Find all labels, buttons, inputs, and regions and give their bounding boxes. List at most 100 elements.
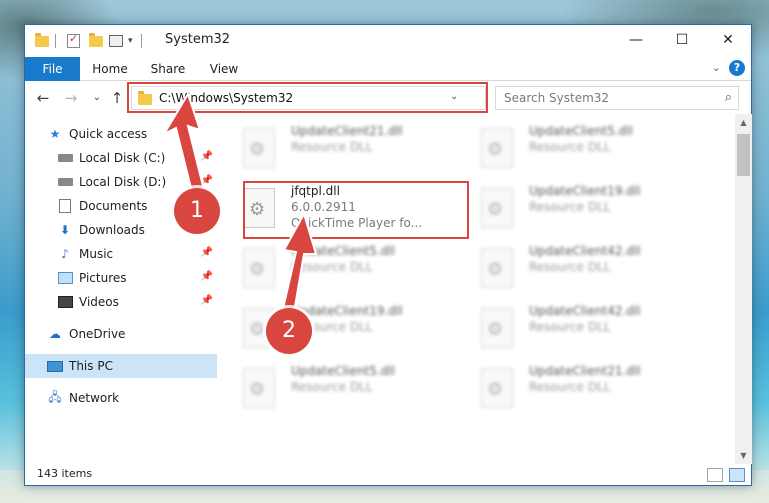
sidebar-item-music[interactable]: ♪ Music 📌 <box>25 242 217 266</box>
sidebar-item-pictures[interactable]: Pictures 📌 <box>25 266 217 290</box>
vertical-scrollbar[interactable]: ▲ ▼ <box>735 114 752 464</box>
search-box[interactable]: ⌕ <box>495 86 739 110</box>
file-name: jfqtpl.dll <box>291 184 340 198</box>
item-count: 143 items <box>37 467 93 480</box>
toolbar-separator <box>55 33 56 49</box>
sidebar-item-local-disk-c[interactable]: Local Disk (C:) 📌 <box>25 146 217 170</box>
customize-toolbar-icon[interactable] <box>109 33 123 49</box>
file-item[interactable]: UpdateClient19.dll Resource DLL <box>459 180 689 236</box>
address-bar[interactable]: C:\Windows\System32 ⌄ ↻ <box>131 86 586 110</box>
file-explorer-window: ▾ System32 — ☐ ✕ File Home Share View ⌄ … <box>24 24 752 486</box>
forward-button[interactable]: → <box>61 88 81 108</box>
file-description: Resource DLL <box>529 140 611 154</box>
minimize-button[interactable]: — <box>613 25 659 55</box>
file-list: UpdateClient21.dll Resource DLL UpdateCl… <box>221 114 735 464</box>
address-folder-icon <box>138 91 152 105</box>
file-version: 6.0.0.2911 <box>291 200 356 214</box>
pin-icon[interactable]: 📌 <box>201 175 213 186</box>
file-name: UpdateClient19.dll <box>291 304 403 318</box>
dll-file-icon <box>243 128 275 168</box>
sidebar-item-onedrive[interactable]: ☁ OneDrive <box>25 322 217 346</box>
tab-file[interactable]: File <box>25 57 80 81</box>
file-description: QuickTime Player fo... <box>291 216 423 230</box>
expand-ribbon-icon[interactable]: ⌄ <box>712 61 721 74</box>
dll-file-icon <box>481 308 513 348</box>
dll-file-icon <box>243 248 275 288</box>
sidebar-item-label: Local Disk (C:) <box>79 151 166 165</box>
file-item[interactable]: UpdateClient42.dll Resource DLL <box>459 300 689 356</box>
dll-file-icon <box>481 368 513 408</box>
dll-file-icon <box>243 188 275 228</box>
scroll-up-icon[interactable]: ▲ <box>735 114 752 131</box>
tab-share[interactable]: Share <box>143 57 193 81</box>
navigation-pane: ★ Quick access Local Disk (C:) 📌 Local D… <box>25 114 221 464</box>
pin-icon[interactable]: 📌 <box>201 151 213 162</box>
file-name: UpdateClient21.dll <box>529 364 641 378</box>
toolbar-dropdown-icon[interactable]: ▾ <box>128 33 133 49</box>
this-pc-icon <box>47 359 63 373</box>
music-icon: ♪ <box>61 247 69 261</box>
pin-icon[interactable]: 📌 <box>201 295 213 306</box>
pictures-icon <box>57 271 73 285</box>
network-icon: 🖧 <box>48 389 62 404</box>
sidebar-item-label: This PC <box>69 359 113 373</box>
address-dropdown-icon[interactable]: ⌄ <box>450 91 458 102</box>
sidebar-item-this-pc[interactable]: This PC <box>25 354 217 378</box>
sidebar-item-label: Documents <box>79 199 148 213</box>
recent-locations-dropdown[interactable]: ⌄ <box>87 88 107 108</box>
file-description: Resource DLL <box>291 140 373 154</box>
sidebar-item-label: Videos <box>79 295 119 309</box>
drive-icon <box>57 151 73 165</box>
sidebar-item-label: Network <box>69 391 120 405</box>
file-item[interactable]: UpdateClient5.dll Resource DLL <box>221 240 451 296</box>
file-item[interactable]: UpdateClient21.dll Resource DLL <box>459 360 689 416</box>
new-folder-icon[interactable] <box>89 32 103 49</box>
pin-icon[interactable]: 📌 <box>201 247 213 258</box>
sidebar-item-label: Pictures <box>79 271 127 285</box>
ribbon-tabs: File Home Share View ⌄ ? <box>25 57 751 81</box>
dll-file-icon <box>481 248 513 288</box>
quick-access-folder-icon[interactable] <box>35 32 49 49</box>
details-view-icon[interactable] <box>707 468 723 482</box>
file-item[interactable]: UpdateClient19.dll Resource DLL <box>221 300 451 356</box>
title-bar: ▾ System32 — ☐ ✕ <box>25 25 751 57</box>
back-button[interactable]: ← <box>33 88 53 108</box>
file-item[interactable]: UpdateClient21.dll Resource DLL <box>221 120 451 176</box>
close-button[interactable]: ✕ <box>705 25 751 55</box>
address-path[interactable]: C:\Windows\System32 <box>159 91 293 105</box>
pin-icon[interactable]: 📌 <box>201 271 213 282</box>
sidebar-item-label: Music <box>79 247 114 261</box>
file-name: UpdateClient5.dll <box>529 124 633 138</box>
search-input[interactable] <box>504 91 704 105</box>
properties-check-icon[interactable] <box>67 32 80 49</box>
file-item[interactable]: UpdateClient5.dll Resource DLL <box>221 360 451 416</box>
sidebar-item-videos[interactable]: Videos 📌 <box>25 290 217 314</box>
file-description: Resource DLL <box>529 380 611 394</box>
callout-badge-1: 1 <box>174 188 220 234</box>
file-description: Resource DLL <box>529 260 611 274</box>
maximize-button[interactable]: ☐ <box>659 25 705 55</box>
large-icons-view-icon[interactable] <box>729 468 745 482</box>
file-name: UpdateClient5.dll <box>291 244 395 258</box>
scroll-down-icon[interactable]: ▼ <box>735 447 752 464</box>
file-item-jfqtpl[interactable]: jfqtpl.dll 6.0.0.2911 QuickTime Player f… <box>221 180 451 236</box>
documents-icon <box>57 199 73 213</box>
sidebar-item-label: Quick access <box>69 127 148 141</box>
sidebar-item-label: Local Disk (D:) <box>79 175 167 189</box>
file-item[interactable]: UpdateClient5.dll Resource DLL <box>459 120 689 176</box>
videos-icon <box>57 295 73 309</box>
tab-home[interactable]: Home <box>85 57 135 81</box>
file-name: UpdateClient19.dll <box>529 184 641 198</box>
dll-file-icon <box>481 188 513 228</box>
file-name: UpdateClient42.dll <box>529 304 641 318</box>
search-icon[interactable]: ⌕ <box>725 90 732 105</box>
file-description: Resource DLL <box>529 200 611 214</box>
file-item[interactable]: UpdateClient42.dll Resource DLL <box>459 240 689 296</box>
tab-view[interactable]: View <box>201 57 247 81</box>
up-button[interactable]: ↑ <box>107 88 127 108</box>
window-title: System32 <box>165 32 231 47</box>
scroll-thumb[interactable] <box>737 134 750 176</box>
sidebar-item-network[interactable]: 🖧 Network <box>25 386 217 410</box>
help-icon[interactable]: ? <box>729 60 745 76</box>
sidebar-item-quick-access[interactable]: ★ Quick access <box>25 122 217 146</box>
